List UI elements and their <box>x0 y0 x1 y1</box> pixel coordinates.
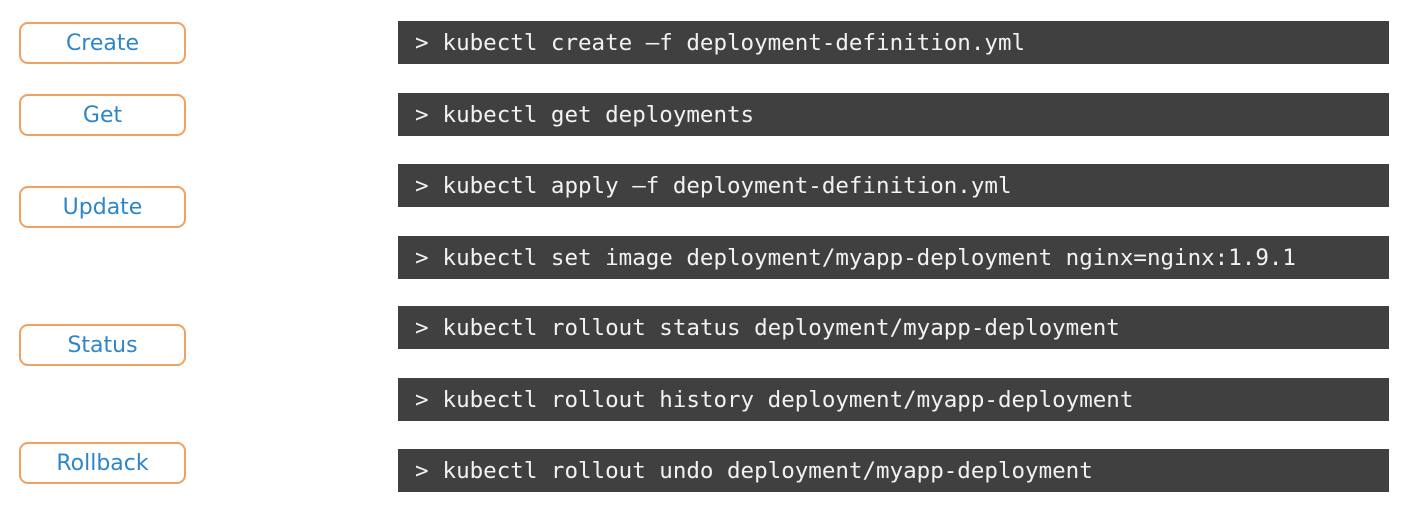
prompt-symbol: > <box>415 457 429 484</box>
command-text: kubectl get deployments <box>442 101 755 128</box>
prompt-symbol: > <box>415 172 429 199</box>
create-command: > kubectl create –f deployment-definition… <box>398 21 1389 64</box>
prompt-symbol: > <box>415 244 429 271</box>
command-text: kubectl create –f deployment-definition.… <box>442 29 1026 56</box>
command-text: kubectl set image deployment/myapp-deplo… <box>442 244 1296 271</box>
rollout-history-command: > kubectl rollout history deployment/myap… <box>398 378 1389 421</box>
status-label-text: Status <box>67 332 138 358</box>
command-text: kubectl apply –f deployment-definition.y… <box>442 172 1012 199</box>
apply-command: > kubectl apply –f deployment-definition.… <box>398 164 1389 207</box>
prompt-symbol: > <box>415 314 429 341</box>
prompt-symbol: > <box>415 29 429 56</box>
prompt-symbol: > <box>415 386 429 413</box>
prompt-symbol: > <box>415 101 429 128</box>
rollout-undo-command: > kubectl rollout undo deployment/myapp-d… <box>398 449 1389 492</box>
create-label-text: Create <box>65 30 140 56</box>
command-text: kubectl rollout undo deployment/myapp-de… <box>442 457 1093 484</box>
set-image-command: > kubectl set image deployment/myapp-depl… <box>398 236 1389 279</box>
command-text: kubectl rollout history deployment/myapp… <box>442 386 1134 413</box>
rollout-status-command: > kubectl rollout status deployment/myapp… <box>398 306 1389 349</box>
get-label-text: Get <box>82 102 123 128</box>
rollback-label: Rollback <box>19 442 186 484</box>
command-text: kubectl rollout status deployment/myapp-… <box>442 314 1120 341</box>
update-label-text: Update <box>62 194 143 220</box>
get-label: Get <box>19 94 186 136</box>
get-command: > kubectl get deployments <box>398 93 1389 136</box>
create-label: Create <box>19 22 186 64</box>
rollback-label-text: Rollback <box>56 450 149 476</box>
status-label: Status <box>19 324 186 366</box>
update-label: Update <box>19 186 186 228</box>
